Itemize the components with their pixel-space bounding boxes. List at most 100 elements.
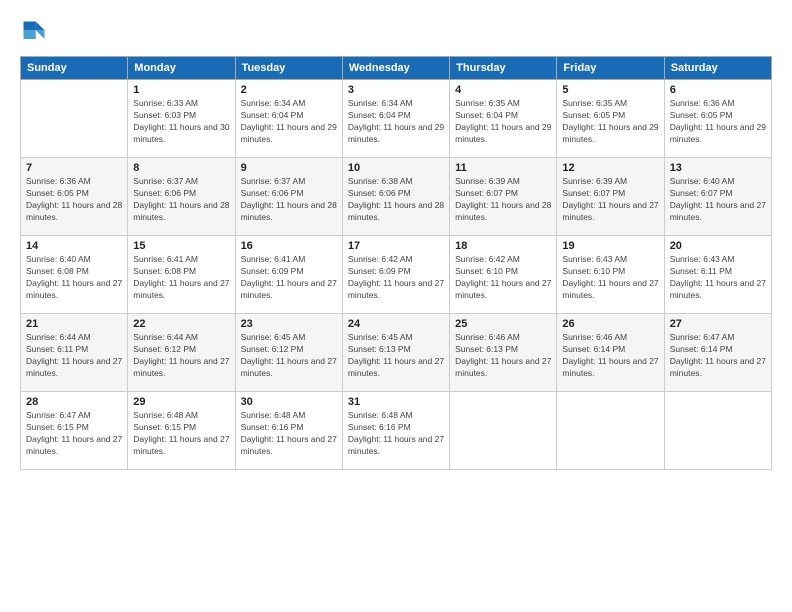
calendar-cell: 31 Sunrise: 6:48 AMSunset: 6:16 PMDayligh… — [342, 392, 449, 470]
day-number: 6 — [670, 84, 766, 96]
day-number: 5 — [562, 84, 658, 96]
day-number: 24 — [348, 318, 444, 330]
calendar-page: SundayMondayTuesdayWednesdayThursdayFrid… — [0, 0, 792, 612]
calendar-cell: 15Sunrise: 6:41 AMSunset: 6:08 PMDayligh… — [128, 236, 235, 314]
calendar-cell: 11 Sunrise: 6:39 AMSunset: 6:07 PMDayligh… — [450, 158, 557, 236]
day-number: 11 — [455, 162, 551, 174]
calendar-cell: 25 Sunrise: 6:46 AMSunset: 6:13 PMDayligh… — [450, 314, 557, 392]
header-cell-monday: Monday — [128, 57, 235, 80]
cell-info: Sunrise: 6:42 AMSunset: 6:10 PMDaylight:… — [455, 254, 551, 302]
cell-info: Sunrise: 6:34 AMSunset: 6:04 PMDaylight:… — [241, 98, 337, 146]
calendar-cell: 6 Sunrise: 6:36 AMSunset: 6:05 PMDaylight… — [664, 80, 771, 158]
calendar-cell: 24 Sunrise: 6:45 AMSunset: 6:13 PMDayligh… — [342, 314, 449, 392]
cell-info: Sunrise: 6:37 AMSunset: 6:06 PMDaylight:… — [241, 176, 337, 224]
cell-info: Sunrise: 6:41 AMSunset: 6:09 PMDaylight:… — [241, 254, 337, 302]
day-number: 19 — [562, 240, 658, 252]
day-number: 31 — [348, 396, 444, 408]
day-number: 25 — [455, 318, 551, 330]
week-row-5: 28 Sunrise: 6:47 AMSunset: 6:15 PMDayligh… — [21, 392, 772, 470]
cell-info: Sunrise: 6:43 AMSunset: 6:11 PMDaylight:… — [670, 254, 766, 302]
cell-info: Sunrise: 6:36 AMSunset: 6:05 PMDaylight:… — [26, 176, 122, 224]
calendar-cell: 8 Sunrise: 6:37 AMSunset: 6:06 PMDaylight… — [128, 158, 235, 236]
day-number: 18 — [455, 240, 551, 252]
header-cell-sunday: Sunday — [21, 57, 128, 80]
calendar-cell — [21, 80, 128, 158]
day-number: 17 — [348, 240, 444, 252]
cell-info: Sunrise: 6:48 AMSunset: 6:16 PMDaylight:… — [241, 410, 337, 458]
day-number: 27 — [670, 318, 766, 330]
logo-icon — [20, 18, 48, 46]
day-number: 12 — [562, 162, 658, 174]
header-cell-saturday: Saturday — [664, 57, 771, 80]
header-cell-tuesday: Tuesday — [235, 57, 342, 80]
cell-info: Sunrise: 6:44 AMSunset: 6:12 PMDaylight:… — [133, 332, 229, 380]
cell-info: Sunrise: 6:46 AMSunset: 6:13 PMDaylight:… — [455, 332, 551, 380]
week-row-2: 7Sunrise: 6:36 AMSunset: 6:05 PMDaylight… — [21, 158, 772, 236]
calendar-cell: 28 Sunrise: 6:47 AMSunset: 6:15 PMDayligh… — [21, 392, 128, 470]
day-number: 4 — [455, 84, 551, 96]
header-cell-wednesday: Wednesday — [342, 57, 449, 80]
header — [20, 18, 772, 46]
calendar-table: SundayMondayTuesdayWednesdayThursdayFrid… — [20, 56, 772, 470]
day-number: 8 — [133, 162, 229, 174]
day-number: 3 — [348, 84, 444, 96]
calendar-cell: 27 Sunrise: 6:47 AMSunset: 6:14 PMDayligh… — [664, 314, 771, 392]
calendar-cell — [450, 392, 557, 470]
week-row-1: 1 Sunrise: 6:33 AMSunset: 6:03 PMDaylight… — [21, 80, 772, 158]
day-number: 23 — [241, 318, 337, 330]
logo — [20, 18, 52, 46]
calendar-cell: 12 Sunrise: 6:39 AMSunset: 6:07 PMDayligh… — [557, 158, 664, 236]
cell-info: Sunrise: 6:43 AMSunset: 6:10 PMDaylight:… — [562, 254, 658, 302]
calendar-cell: 1 Sunrise: 6:33 AMSunset: 6:03 PMDaylight… — [128, 80, 235, 158]
week-row-4: 21Sunrise: 6:44 AMSunset: 6:11 PMDayligh… — [21, 314, 772, 392]
calendar-cell: 14Sunrise: 6:40 AMSunset: 6:08 PMDayligh… — [21, 236, 128, 314]
day-number: 28 — [26, 396, 122, 408]
calendar-cell: 16Sunrise: 6:41 AMSunset: 6:09 PMDayligh… — [235, 236, 342, 314]
calendar-cell: 29 Sunrise: 6:48 AMSunset: 6:15 PMDayligh… — [128, 392, 235, 470]
cell-info: Sunrise: 6:48 AMSunset: 6:16 PMDaylight:… — [348, 410, 444, 458]
calendar-cell — [664, 392, 771, 470]
cell-info: Sunrise: 6:33 AMSunset: 6:03 PMDaylight:… — [133, 98, 229, 146]
cell-info: Sunrise: 6:39 AMSunset: 6:07 PMDaylight:… — [562, 176, 658, 224]
day-number: 14 — [26, 240, 122, 252]
day-number: 15 — [133, 240, 229, 252]
cell-info: Sunrise: 6:47 AMSunset: 6:14 PMDaylight:… — [670, 332, 766, 380]
calendar-cell: 3 Sunrise: 6:34 AMSunset: 6:04 PMDaylight… — [342, 80, 449, 158]
calendar-cell: 22 Sunrise: 6:44 AMSunset: 6:12 PMDayligh… — [128, 314, 235, 392]
calendar-cell: 7Sunrise: 6:36 AMSunset: 6:05 PMDaylight… — [21, 158, 128, 236]
day-number: 22 — [133, 318, 229, 330]
cell-info: Sunrise: 6:35 AMSunset: 6:04 PMDaylight:… — [455, 98, 551, 146]
cell-info: Sunrise: 6:37 AMSunset: 6:06 PMDaylight:… — [133, 176, 229, 224]
cell-info: Sunrise: 6:46 AMSunset: 6:14 PMDaylight:… — [562, 332, 658, 380]
day-number: 13 — [670, 162, 766, 174]
header-row: SundayMondayTuesdayWednesdayThursdayFrid… — [21, 57, 772, 80]
cell-info: Sunrise: 6:35 AMSunset: 6:05 PMDaylight:… — [562, 98, 658, 146]
cell-info: Sunrise: 6:39 AMSunset: 6:07 PMDaylight:… — [455, 176, 551, 224]
calendar-cell: 2 Sunrise: 6:34 AMSunset: 6:04 PMDaylight… — [235, 80, 342, 158]
cell-info: Sunrise: 6:44 AMSunset: 6:11 PMDaylight:… — [26, 332, 122, 380]
cell-info: Sunrise: 6:47 AMSunset: 6:15 PMDaylight:… — [26, 410, 122, 458]
cell-info: Sunrise: 6:40 AMSunset: 6:07 PMDaylight:… — [670, 176, 766, 224]
cell-info: Sunrise: 6:36 AMSunset: 6:05 PMDaylight:… — [670, 98, 766, 146]
day-number: 1 — [133, 84, 229, 96]
cell-info: Sunrise: 6:48 AMSunset: 6:15 PMDaylight:… — [133, 410, 229, 458]
calendar-cell: 18 Sunrise: 6:42 AMSunset: 6:10 PMDayligh… — [450, 236, 557, 314]
day-number: 2 — [241, 84, 337, 96]
cell-info: Sunrise: 6:34 AMSunset: 6:04 PMDaylight:… — [348, 98, 444, 146]
header-cell-thursday: Thursday — [450, 57, 557, 80]
calendar-cell: 5 Sunrise: 6:35 AMSunset: 6:05 PMDaylight… — [557, 80, 664, 158]
calendar-cell: 21Sunrise: 6:44 AMSunset: 6:11 PMDayligh… — [21, 314, 128, 392]
cell-info: Sunrise: 6:38 AMSunset: 6:06 PMDaylight:… — [348, 176, 444, 224]
day-number: 10 — [348, 162, 444, 174]
day-number: 30 — [241, 396, 337, 408]
cell-info: Sunrise: 6:45 AMSunset: 6:12 PMDaylight:… — [241, 332, 337, 380]
calendar-cell: 26 Sunrise: 6:46 AMSunset: 6:14 PMDayligh… — [557, 314, 664, 392]
day-number: 20 — [670, 240, 766, 252]
calendar-cell — [557, 392, 664, 470]
calendar-cell: 20 Sunrise: 6:43 AMSunset: 6:11 PMDayligh… — [664, 236, 771, 314]
cell-info: Sunrise: 6:45 AMSunset: 6:13 PMDaylight:… — [348, 332, 444, 380]
day-number: 26 — [562, 318, 658, 330]
calendar-cell: 23 Sunrise: 6:45 AMSunset: 6:12 PMDayligh… — [235, 314, 342, 392]
calendar-cell: 13 Sunrise: 6:40 AMSunset: 6:07 PMDayligh… — [664, 158, 771, 236]
day-number: 29 — [133, 396, 229, 408]
